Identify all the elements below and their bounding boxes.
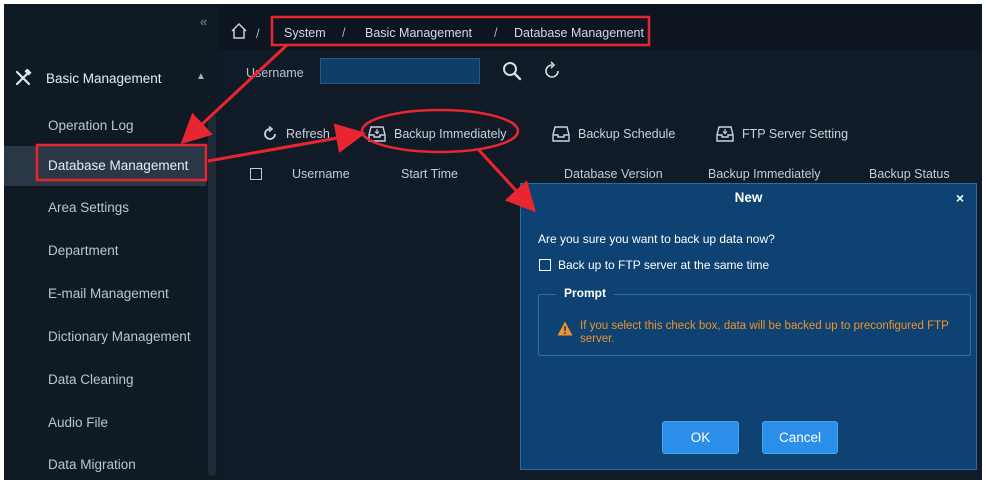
annotation-arrow-sidebar-to-backup	[207, 123, 366, 163]
annotation-backup-button-highlight	[360, 108, 520, 154]
annotation-sidebar-highlight	[35, 143, 208, 182]
annotation-breadcrumb-highlight	[270, 15, 651, 47]
annotation-overlay	[35, 15, 651, 213]
annotation-arrow-backup-to-dialog	[476, 147, 537, 213]
annotation-arrow-breadcrumb-to-sidebar	[180, 43, 289, 145]
